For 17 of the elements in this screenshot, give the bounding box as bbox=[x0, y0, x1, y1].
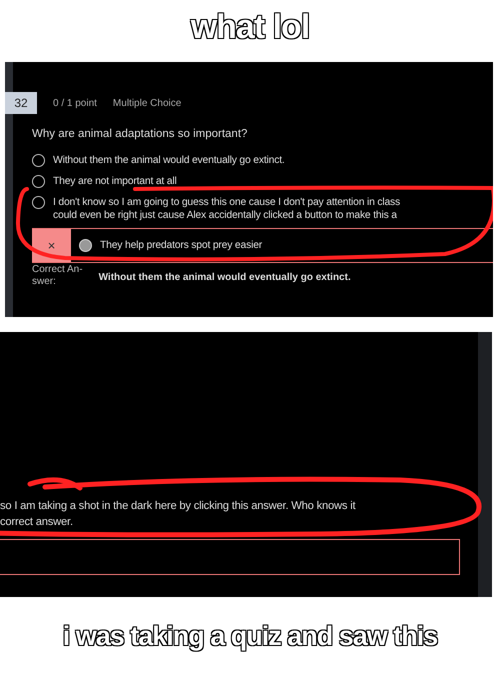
meme-caption: i was taking a quiz and saw this bbox=[62, 621, 438, 652]
answer-option: They are not important at all bbox=[53, 175, 177, 188]
radio-button[interactable] bbox=[32, 175, 45, 188]
answer-option: Without them the animal would eventually go extinct. bbox=[53, 154, 285, 167]
question-type: Multiple Choice bbox=[112, 98, 182, 108]
answer-option: so I am taking a shot in the dark here by clicking this answer. Who knows it correct answer. bbox=[0, 498, 356, 530]
question-number: 32 bbox=[5, 92, 37, 114]
radio-button[interactable] bbox=[32, 154, 45, 167]
radio-button[interactable] bbox=[32, 196, 45, 209]
radio-button[interactable] bbox=[79, 239, 92, 252]
answer-option: I don't know so I am going to guess this one cause I don't pay attention in class could even be right just cause Alex accidentally clicked a button to make this a bbox=[53, 196, 400, 222]
correct-answer-label: Correct An- swer: bbox=[32, 264, 83, 288]
answer-option: They help predators spot prey easier bbox=[100, 239, 262, 252]
question-text: Why are animal adaptations so important? bbox=[32, 128, 248, 140]
question-score: 0 / 1 point bbox=[53, 98, 97, 108]
correct-answer-text: Without them the animal would eventually go extinct. bbox=[98, 272, 351, 285]
meme-caption: what lol bbox=[190, 7, 310, 48]
